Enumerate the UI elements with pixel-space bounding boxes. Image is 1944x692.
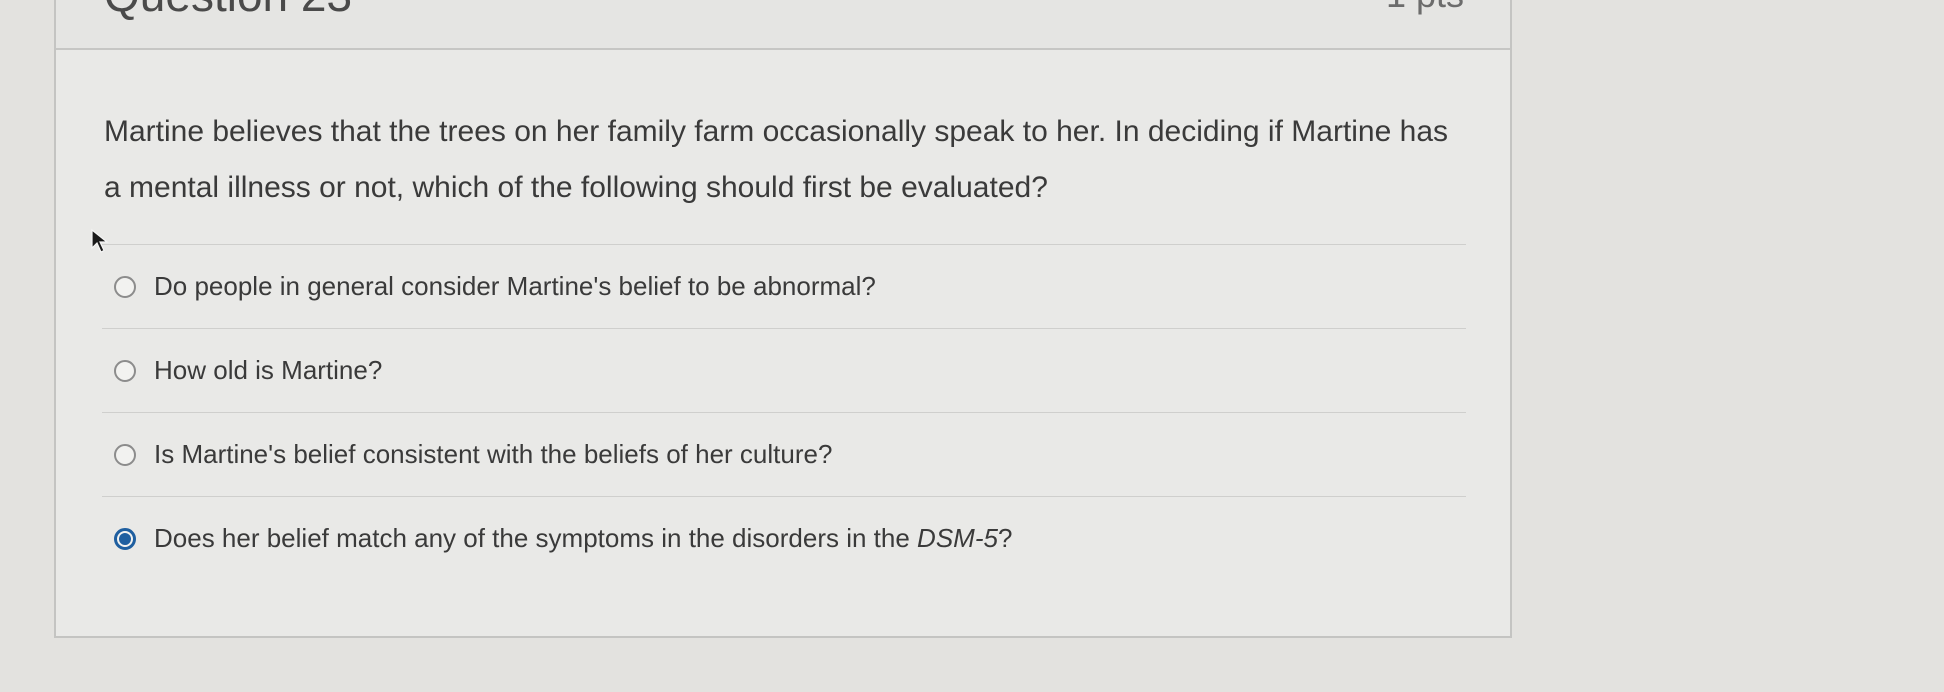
answer-label: Does her belief match any of the symptom…	[154, 523, 1012, 554]
answer-label: How old is Martine?	[154, 355, 383, 385]
answer-option-3[interactable]: Is Martine's belief consistent with the …	[102, 412, 1466, 496]
radio-button-unselected[interactable]	[114, 275, 136, 298]
question-points: 1 pts	[1386, 0, 1464, 16]
question-title: Question 23	[104, 0, 352, 22]
radio-button-unselected[interactable]	[114, 443, 136, 466]
question-text: Martine believes that the trees on her f…	[104, 115, 1449, 204]
mouse-pointer-icon	[91, 228, 109, 253]
radio-button-selected[interactable]	[114, 527, 136, 550]
question-body: Martine believes that the trees on her f…	[104, 104, 1464, 216]
answer-label-suffix: ?	[997, 523, 1013, 553]
answer-option-2[interactable]: How old is Martine?	[102, 328, 1466, 412]
answer-label-text: Does her belief match any of the symptom…	[154, 523, 918, 553]
answer-label: Do people in general consider Martine's …	[154, 271, 876, 301]
quiz-question-card: Question 23 1 pts Martine believes that …	[54, 0, 1512, 638]
answer-label-emphasis: DSM-5	[917, 523, 998, 553]
question-header: Question 23 1 pts	[56, 0, 1510, 50]
answer-option-4[interactable]: Does her belief match any of the symptom…	[102, 496, 1466, 580]
answer-label: Is Martine's belief consistent with the …	[154, 439, 833, 469]
answer-list: Do people in general consider Martine's …	[102, 244, 1466, 580]
radio-button-unselected[interactable]	[114, 359, 136, 382]
radio-dot	[119, 532, 131, 545]
answer-option-1[interactable]: Do people in general consider Martine's …	[102, 244, 1466, 328]
